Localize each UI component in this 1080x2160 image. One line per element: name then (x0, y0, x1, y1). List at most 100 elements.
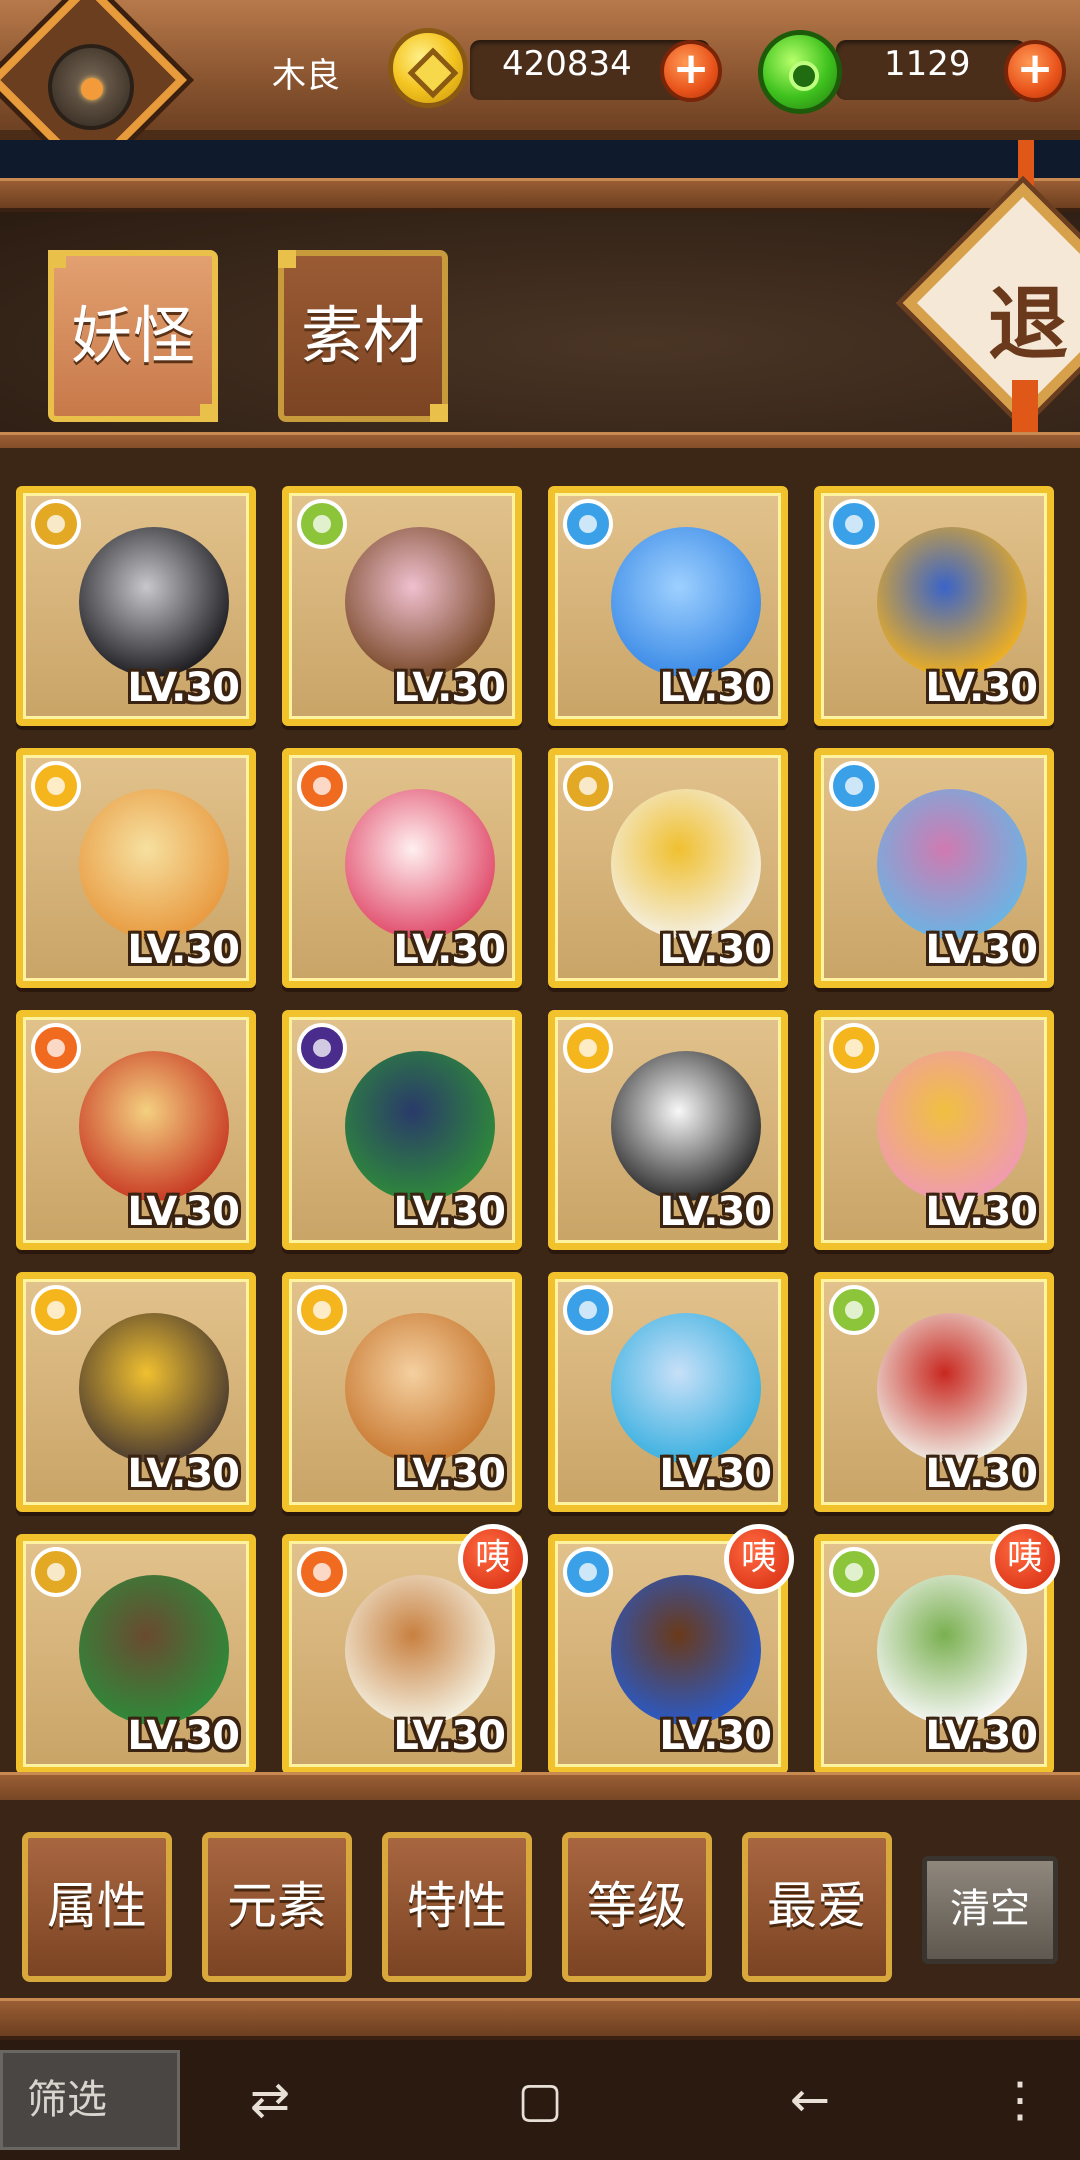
new-badge: 咦 (458, 1524, 528, 1594)
monster-level: LV.30 (393, 665, 506, 711)
filter-trait-button[interactable]: 特性 (382, 1832, 532, 1982)
monster-level: LV.30 (393, 1451, 506, 1497)
wood-element-icon (297, 499, 347, 549)
water-element-icon (829, 761, 879, 811)
earth-element-icon (31, 1547, 81, 1597)
monster-portrait (345, 1575, 495, 1725)
monster-portrait (877, 789, 1027, 939)
monster-card[interactable]: LV.30 (16, 748, 256, 988)
wood-element-icon (829, 1285, 879, 1335)
avatar-icon (48, 44, 134, 130)
sun-element-icon (563, 1023, 613, 1073)
tab-monsters[interactable]: 妖怪 (48, 250, 218, 422)
monster-level: LV.30 (925, 1451, 1038, 1497)
monster-card[interactable]: LV.30 (16, 1272, 256, 1512)
exit-label: 退 (988, 277, 1068, 371)
bottom-plank (0, 1998, 1080, 2040)
earth-element-icon (31, 499, 81, 549)
filter-favorite-button[interactable]: 最爱 (742, 1832, 892, 1982)
monster-level: LV.30 (393, 1189, 506, 1235)
monster-portrait (345, 789, 495, 939)
tab-materials[interactable]: 素材 (278, 250, 448, 422)
sun-element-icon (297, 1285, 347, 1335)
dark-element-icon (297, 1023, 347, 1073)
coin-count: 420834 (502, 44, 632, 84)
monster-portrait (611, 789, 761, 939)
sun-element-icon (829, 1023, 879, 1073)
monster-portrait (611, 1051, 761, 1201)
monster-portrait (611, 1575, 761, 1725)
gem-count: 1129 (884, 44, 971, 84)
water-element-icon (563, 1547, 613, 1597)
water-element-icon (563, 1285, 613, 1335)
clear-button[interactable]: 清空 (922, 1856, 1058, 1964)
monster-portrait (877, 1313, 1027, 1463)
coin-icon (388, 28, 468, 108)
monster-card[interactable]: LV.30 (16, 486, 256, 726)
home-icon[interactable]: ▢ (500, 2060, 580, 2140)
monster-level: LV.30 (659, 1189, 772, 1235)
monster-portrait (79, 1313, 229, 1463)
monster-portrait (345, 527, 495, 677)
username: 木良 (272, 56, 340, 96)
water-element-icon (829, 499, 879, 549)
monster-card[interactable]: LV.30 (548, 1010, 788, 1250)
menu-icon[interactable]: ⋮ (980, 2060, 1060, 2140)
monster-card[interactable]: LV.30 (548, 486, 788, 726)
monster-level: LV.30 (393, 927, 506, 973)
monster-card[interactable]: LV.30 (814, 1010, 1054, 1250)
gem-icon (758, 30, 842, 114)
monster-card[interactable]: LV.30 (548, 1272, 788, 1512)
sun-element-icon (31, 1285, 81, 1335)
monster-portrait (611, 1313, 761, 1463)
monster-card[interactable]: LV.30 (814, 1272, 1054, 1512)
filter-element-button[interactable]: 元素 (202, 1832, 352, 1982)
monster-card[interactable]: LV.30 (282, 1010, 522, 1250)
filter-attribute-button[interactable]: 属性 (22, 1832, 172, 1982)
monster-level: LV.30 (393, 1713, 506, 1759)
monster-portrait (345, 1313, 495, 1463)
earth-element-icon (563, 761, 613, 811)
monster-portrait (611, 527, 761, 677)
monster-level: LV.30 (659, 927, 772, 973)
add-gems-button[interactable]: + (1004, 40, 1066, 102)
monster-portrait (79, 1051, 229, 1201)
wood-element-icon (829, 1547, 879, 1597)
filter-tab[interactable]: 筛选 (0, 2050, 180, 2150)
fire-element-icon (297, 1547, 347, 1597)
filter-level-button[interactable]: 等级 (562, 1832, 712, 1982)
monster-card[interactable]: LV.30 (814, 748, 1054, 988)
sun-element-icon (31, 761, 81, 811)
monster-level: LV.30 (925, 665, 1038, 711)
monster-card[interactable]: LV.30 (814, 486, 1054, 726)
new-badge: 咦 (990, 1524, 1060, 1594)
monster-level: LV.30 (925, 1713, 1038, 1759)
monster-card[interactable]: LV.30 (282, 1272, 522, 1512)
monster-level: LV.30 (127, 1189, 240, 1235)
monster-level: LV.30 (659, 1713, 772, 1759)
monster-level: LV.30 (659, 665, 772, 711)
monster-portrait (877, 1575, 1027, 1725)
monster-level: LV.30 (127, 927, 240, 973)
monster-portrait (79, 527, 229, 677)
monster-card[interactable]: LV.30 (548, 748, 788, 988)
top-plank (0, 178, 1080, 212)
fire-element-icon (31, 1023, 81, 1073)
monster-portrait (877, 1051, 1027, 1201)
monster-portrait (345, 1051, 495, 1201)
monster-card[interactable]: LV.30 (16, 1534, 256, 1774)
monster-portrait (79, 789, 229, 939)
monster-level: LV.30 (925, 927, 1038, 973)
monster-card[interactable]: LV.30 (16, 1010, 256, 1250)
add-coins-button[interactable]: + (660, 40, 722, 102)
switch-apps-icon[interactable]: ⇄ (230, 2060, 310, 2140)
monster-card[interactable]: LV.30 (282, 486, 522, 726)
monster-level: LV.30 (127, 1713, 240, 1759)
monster-level: LV.30 (127, 1451, 240, 1497)
fire-element-icon (297, 761, 347, 811)
monster-card[interactable]: LV.30 (282, 748, 522, 988)
monster-portrait (877, 527, 1027, 677)
back-icon[interactable]: ← (770, 2060, 850, 2140)
monster-portrait (79, 1575, 229, 1725)
water-element-icon (563, 499, 613, 549)
